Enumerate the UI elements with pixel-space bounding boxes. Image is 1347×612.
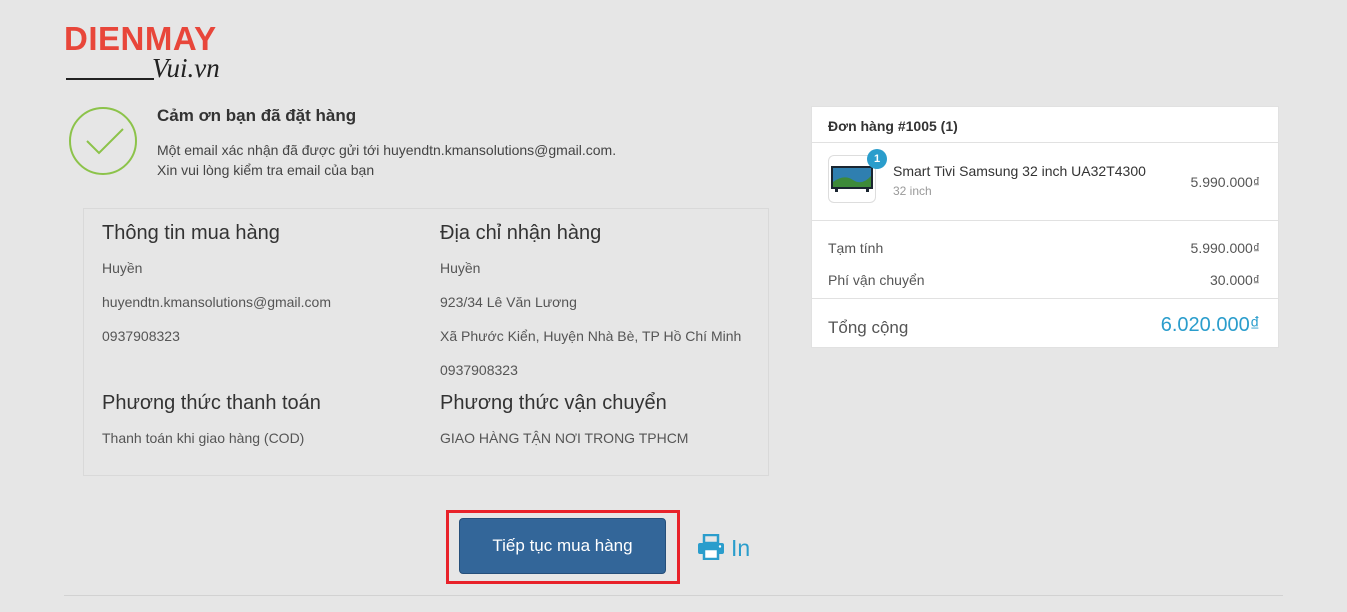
delivery-method-heading: Phương thức vận chuyển (440, 392, 667, 414)
printer-icon (698, 534, 724, 560)
total-label: Tổng cộng (828, 318, 909, 337)
order-info-box: Thông tin mua hàng Huyền huyendtn.kmanso… (83, 208, 769, 476)
subtotal-label: Tạm tính (828, 240, 884, 256)
shipping-fee-label: Phí vận chuyển (828, 272, 925, 288)
buyer-phone: 0937908323 (102, 328, 180, 344)
footer-divider (64, 595, 1283, 596)
divider (812, 298, 1278, 299)
continue-shopping-button[interactable]: Tiếp tục mua hàng (459, 518, 666, 574)
shipping-address-heading: Địa chỉ nhận hàng (440, 222, 602, 244)
recipient-street: 923/34 Lê Văn Lương (440, 294, 577, 310)
recipient-area: Xã Phước Kiển, Huyện Nhà Bè, TP Hồ Chí M… (440, 328, 742, 344)
success-check-icon (69, 107, 137, 175)
store-logo[interactable]: DIENMAY Vui.vn (64, 22, 264, 84)
payment-method-heading: Phương thức thanh toán (102, 392, 321, 414)
payment-method-value: Thanh toán khi giao hàng (COD) (102, 430, 305, 446)
divider (812, 220, 1278, 221)
print-label: In (731, 535, 751, 561)
continue-highlight-frame: Tiếp tục mua hàng (446, 510, 680, 584)
delivery-method-value: GIAO HÀNG TẬN NƠI TRONG TPHCM (440, 430, 689, 446)
order-heading: Đơn hàng #1005 (1) (828, 118, 958, 134)
product-name: Smart Tivi Samsung 32 inch UA32T4300 (893, 163, 1146, 179)
logo-brand-text: DIENMAY (64, 20, 217, 57)
subtotal-value: 5.990.000₫ (1190, 240, 1260, 256)
check-email-text: Xin vui lòng kiểm tra email của bạn (157, 162, 375, 178)
recipient-name: Huyền (440, 260, 481, 276)
buyer-info-heading: Thông tin mua hàng (102, 222, 280, 244)
buyer-name: Huyền (102, 260, 143, 276)
order-summary: Đơn hàng #1005 (1) 1 Smart Tivi Samsung … (811, 106, 1279, 348)
shipping-fee-value: 30.000₫ (1209, 272, 1260, 288)
quantity-badge: 1 (867, 149, 887, 169)
thanks-title: Cảm ơn bạn đã đặt hàng (157, 106, 357, 125)
buyer-email: huyendtn.kmansolutions@gmail.com (102, 294, 331, 310)
recipient-phone: 0937908323 (440, 362, 518, 378)
total-value: 6.020.000₫ (1160, 314, 1260, 336)
divider (812, 142, 1278, 143)
product-variant: 32 inch (893, 184, 932, 198)
logo-sub-text: Vui.vn (152, 53, 220, 83)
product-price: 5.990.000₫ (1190, 174, 1260, 190)
logo-underline (66, 78, 154, 80)
confirmation-email-text: Một email xác nhận đã được gửi tới huyen… (157, 142, 617, 158)
